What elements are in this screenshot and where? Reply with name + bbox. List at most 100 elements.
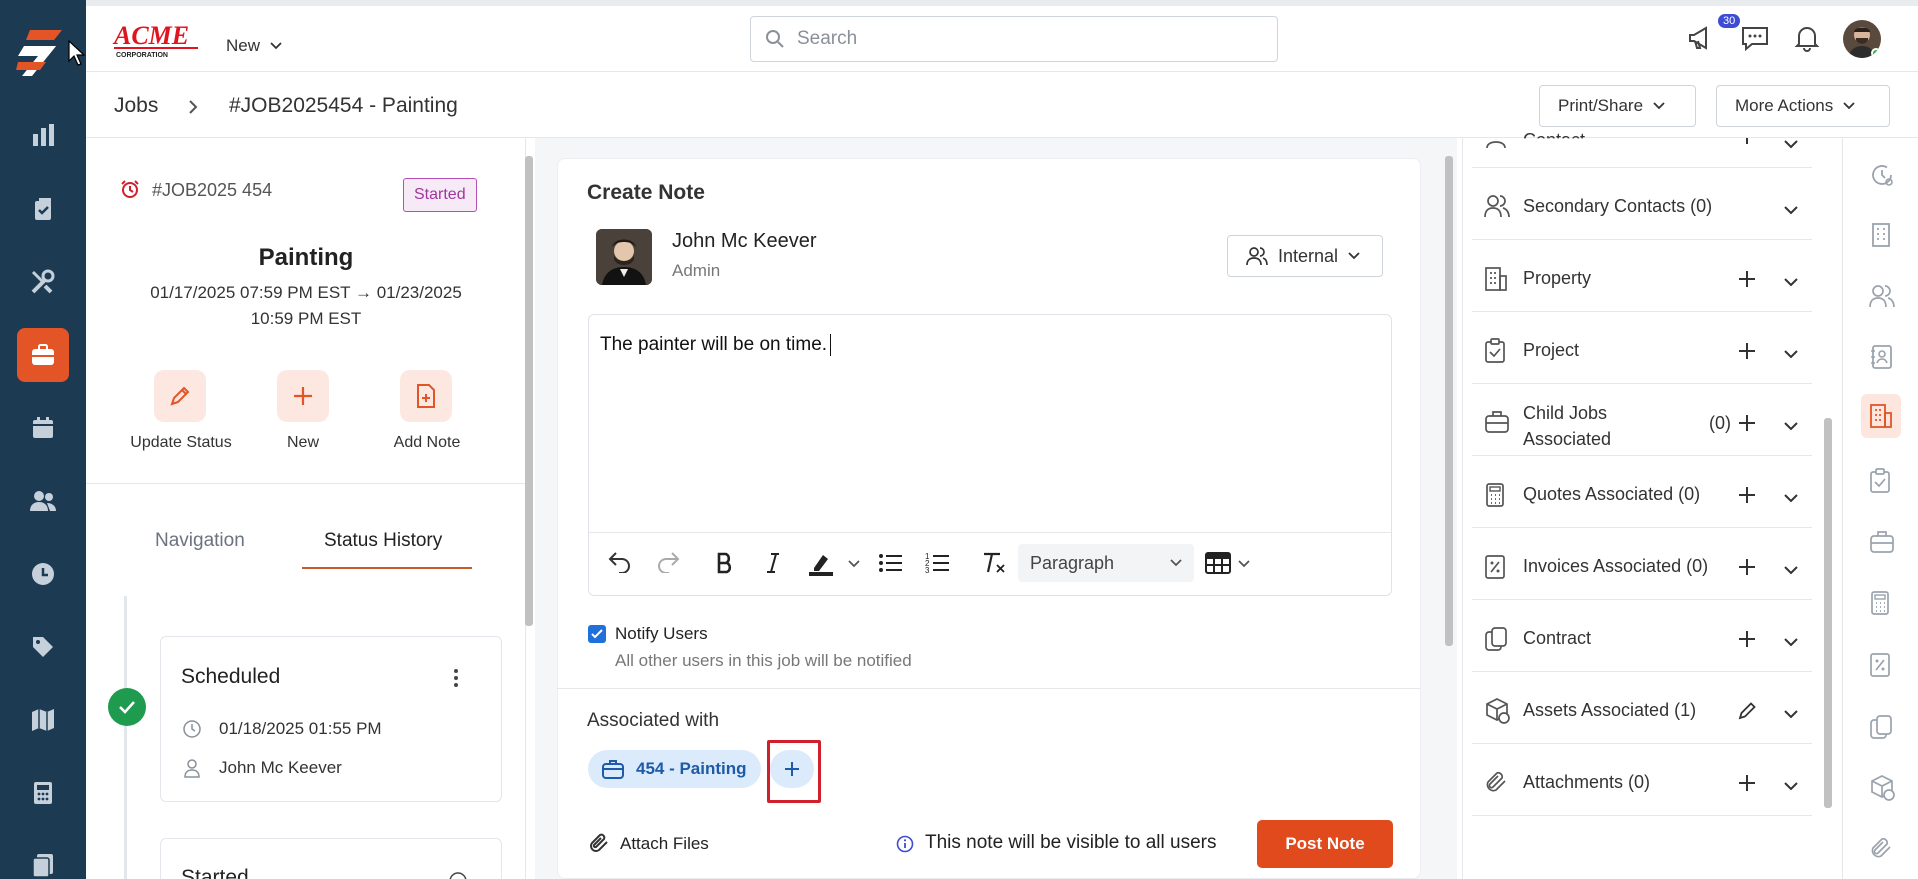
notify-users-label[interactable]: Notify Users [615,624,708,644]
nav-pricing-tag-icon[interactable] [0,620,86,674]
child-jobs-row[interactable]: Child Jobs Associated (0) [1472,384,1812,456]
numbered-list-icon[interactable]: 123 [925,551,949,575]
briefcase-icon[interactable] [1869,530,1895,554]
file-plus-icon [417,384,435,408]
visibility-dropdown[interactable]: Internal [1227,235,1383,277]
new-button[interactable] [277,370,329,422]
plus-icon[interactable] [1738,774,1756,792]
user-avatar[interactable] [1843,20,1881,58]
contact-row[interactable]: Contact [1472,130,1812,168]
new-dropdown[interactable]: New [226,36,282,56]
pencil-icon[interactable] [1738,702,1756,720]
add-note-button[interactable] [400,370,452,422]
redo-icon[interactable] [656,551,680,573]
tab-status-history[interactable]: Status History [324,530,442,552]
plus-icon[interactable] [1738,270,1756,288]
copy-icon[interactable] [1869,714,1893,740]
app-logo-icon[interactable] [16,26,66,80]
nav-map-icon[interactable] [0,693,86,747]
office-building-icon[interactable] [1869,222,1893,248]
contract-row[interactable]: Contract [1472,600,1812,672]
chevron-down-icon[interactable] [1784,278,1798,287]
bullet-list-icon[interactable] [878,552,902,574]
nav-tasks-icon[interactable] [0,182,86,236]
chevron-down-icon[interactable] [1784,350,1798,359]
paragraph-style-select[interactable]: Paragraph [1018,544,1194,582]
bell-icon[interactable] [1794,24,1820,52]
property-nav-icon[interactable] [1861,394,1901,438]
invoices-row[interactable]: Invoices Associated (0) [1472,528,1812,600]
tab-navigation[interactable]: Navigation [155,530,245,552]
job-date-range-line1: 01/17/2025 07:59 PM EST → 01/23/2025 [150,283,462,302]
nav-calendar-icon[interactable] [0,401,86,455]
more-actions-button[interactable]: More Actions [1716,85,1890,127]
breadcrumb-jobs-link[interactable]: Jobs [114,94,158,118]
post-note-button[interactable]: Post Note [1257,820,1393,868]
chevron-down-icon[interactable] [1238,560,1250,568]
plus-icon[interactable] [1738,630,1756,648]
nav-dashboard-icon[interactable] [0,108,86,162]
assets-label: Assets Associated (1) [1523,700,1697,720]
clipboard-check-icon[interactable] [1869,468,1891,494]
search-input[interactable]: Search [750,16,1278,62]
chevron-down-icon[interactable] [1784,206,1798,215]
chevron-down-icon[interactable] [1784,140,1798,149]
update-status-button[interactable] [154,370,206,422]
italic-icon[interactable] [766,552,780,574]
bold-icon[interactable] [716,552,734,574]
plus-icon[interactable] [1738,414,1756,432]
secondary-contacts-row[interactable]: Secondary Contacts (0) [1472,168,1812,240]
users-icon[interactable] [1869,284,1895,308]
right-panel-scrollbar[interactable] [1822,140,1834,820]
chevron-down-icon[interactable] [848,560,860,568]
note-body-text[interactable]: The painter will be on time. [600,334,827,356]
highlight-icon[interactable] [808,552,834,576]
chevron-down-icon[interactable] [1784,710,1798,719]
acme-corporation-logo[interactable]: ACME CORPORATION [112,20,202,60]
chat-icon[interactable] [1740,24,1770,52]
nav-calculator-icon[interactable] [0,766,86,820]
chevron-down-icon [1653,102,1665,110]
chevron-down-icon[interactable] [1784,566,1798,575]
nav-timesheet-icon[interactable] [0,547,86,601]
more-icon[interactable] [448,871,468,879]
box-icon[interactable] [1869,774,1895,802]
print-share-button[interactable]: Print/Share [1539,85,1696,127]
nav-customers-icon[interactable] [0,474,86,528]
chevron-down-icon[interactable] [1784,494,1798,503]
check-icon [591,629,603,639]
plus-icon[interactable] [1738,486,1756,504]
chevron-down-icon[interactable] [1784,782,1798,791]
clear-formatting-icon[interactable] [982,551,1006,575]
attachments-row[interactable]: Attachments (0) [1472,744,1812,816]
plus-icon[interactable] [1738,138,1756,144]
contact-book-icon[interactable] [1869,344,1893,370]
nav-jobs-icon[interactable] [0,328,86,382]
quotes-row[interactable]: Quotes Associated (0) [1472,456,1812,528]
history-clock-icon[interactable] [1869,162,1895,188]
center-scrollbar[interactable] [1443,150,1455,879]
job-number: #JOB2025 454 [152,180,273,200]
associated-job-chip[interactable]: 454 - Painting [588,750,761,788]
undo-icon[interactable] [608,551,632,573]
plus-icon [294,387,312,405]
notify-users-checkbox[interactable] [588,625,606,643]
invoice-icon[interactable] [1869,652,1891,678]
left-panel-scrollbar[interactable] [523,150,535,879]
calculator-icon[interactable] [1869,590,1891,616]
property-row[interactable]: Property [1472,240,1812,312]
more-vertical-icon[interactable] [453,668,459,688]
nav-tools-icon[interactable] [0,255,86,309]
breadcrumb-current: #JOB2025454 - Painting [229,94,458,117]
chevron-down-icon[interactable] [1784,422,1798,431]
plus-icon[interactable] [1738,342,1756,360]
nav-documents-icon[interactable] [0,838,86,879]
plus-icon[interactable] [1738,558,1756,576]
attach-files-button[interactable]: Attach Files [620,834,709,854]
chevron-down-icon[interactable] [1784,638,1798,647]
megaphone-icon[interactable] [1686,24,1714,52]
paperclip-icon[interactable] [1869,836,1893,860]
project-row[interactable]: Project [1472,312,1812,384]
assets-row[interactable]: Assets Associated (1) [1472,672,1812,744]
table-icon[interactable] [1205,552,1231,574]
